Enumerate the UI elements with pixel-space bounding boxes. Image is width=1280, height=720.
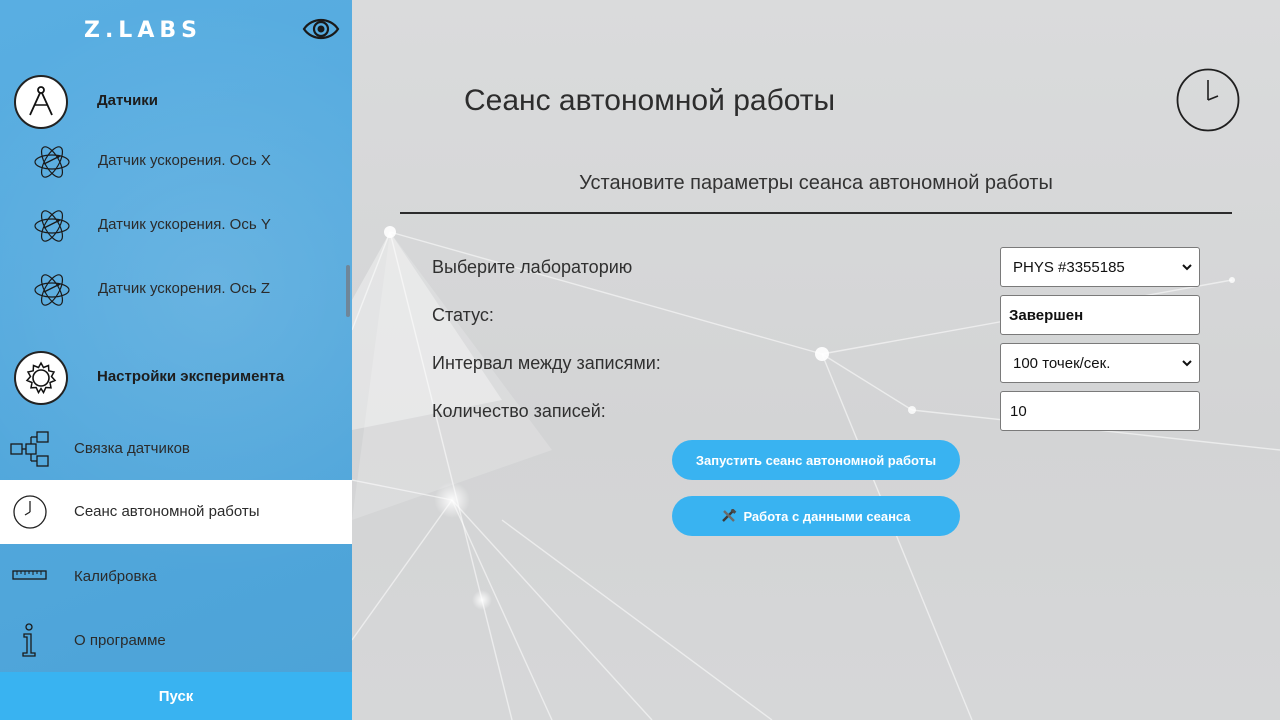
chevron-down-icon [1182,264,1192,271]
sidebar-item-sensor-link[interactable]: Связка датчиков [0,417,352,481]
sidebar-item-label: Сеанс автономной работы [74,503,260,520]
sidebar-item-about[interactable]: О программе [0,609,352,673]
atom-icon [34,146,70,178]
compass-icon [14,75,68,129]
sensor-item-label: Датчик ускорения. Ось Y [98,216,271,233]
atom-icon [34,274,70,306]
sidebar-item-label: О программе [74,632,166,649]
session-data-button[interactable]: Работа с данными сеанса [672,496,960,536]
interval-select[interactable]: 100 точек/сек. [1000,343,1200,383]
eye-icon[interactable] [302,14,340,44]
count-input-value: 10 [1010,402,1027,420]
clock-icon [13,495,47,529]
status-label: Статус: [432,305,494,325]
chevron-down-icon [1182,360,1192,367]
main-content: Сеанс автономной работы Установите парам… [352,0,1280,720]
sensor-item-label: Датчик ускорения. Ось X [98,152,271,169]
start-button[interactable]: Пуск [0,672,352,720]
sidebar-item-calibration[interactable]: Калибровка [0,545,352,609]
interval-select-value: 100 точек/сек. [1013,354,1111,372]
count-label: Количество записей: [432,401,606,421]
sensor-item-z[interactable]: Датчик ускорения. Ось Z [0,258,345,318]
lab-select[interactable]: PHYS #3355185 [1000,247,1200,287]
info-icon [22,623,36,657]
sidebar-scrollbar[interactable] [346,265,350,317]
sensors-title: Датчики [97,92,159,109]
sensor-link-icon [10,431,49,467]
sidebar-item-label: Калибровка [74,568,157,585]
sidebar: Z.LABS Датчики Датчик ускорения. Ось X Д… [0,0,352,720]
sidebar-item-autonomous-session[interactable]: Сеанс автономной работы [0,480,352,544]
settings-title: Настройки эксперимента [97,368,285,385]
interval-label: Интервал между записями: [432,353,661,373]
sensor-item-label: Датчик ускорения. Ось Z [98,280,270,297]
gear-icon [14,351,68,405]
app-logo: Z.LABS [84,18,202,43]
start-session-button[interactable]: Запустить сеанс автономной работы [672,440,960,480]
lab-label: Выберите лабораторию [432,257,633,277]
ruler-icon [12,570,47,580]
page-title: Сеанс автономной работы [464,84,836,117]
session-data-button-label: Работа с данными сеанса [743,508,911,524]
sensor-item-x[interactable]: Датчик ускорения. Ось X [0,130,345,190]
atom-icon [34,210,70,242]
tools-icon [722,509,737,522]
clock-icon [1176,68,1240,132]
status-value: Завершен [1009,306,1084,324]
divider [400,212,1232,214]
count-input[interactable]: 10 [1000,391,1200,431]
section-subtitle: Установите параметры сеанса автономной р… [579,172,1053,194]
sidebar-item-label: Связка датчиков [74,440,190,457]
status-field: Завершен [1000,295,1200,335]
sensor-item-y[interactable]: Датчик ускорения. Ось Y [0,194,345,254]
sensors-section-header[interactable]: Датчики [0,72,352,132]
settings-section-header[interactable]: Настройки эксперимента [0,348,352,408]
lab-select-value: PHYS #3355185 [1013,258,1125,276]
